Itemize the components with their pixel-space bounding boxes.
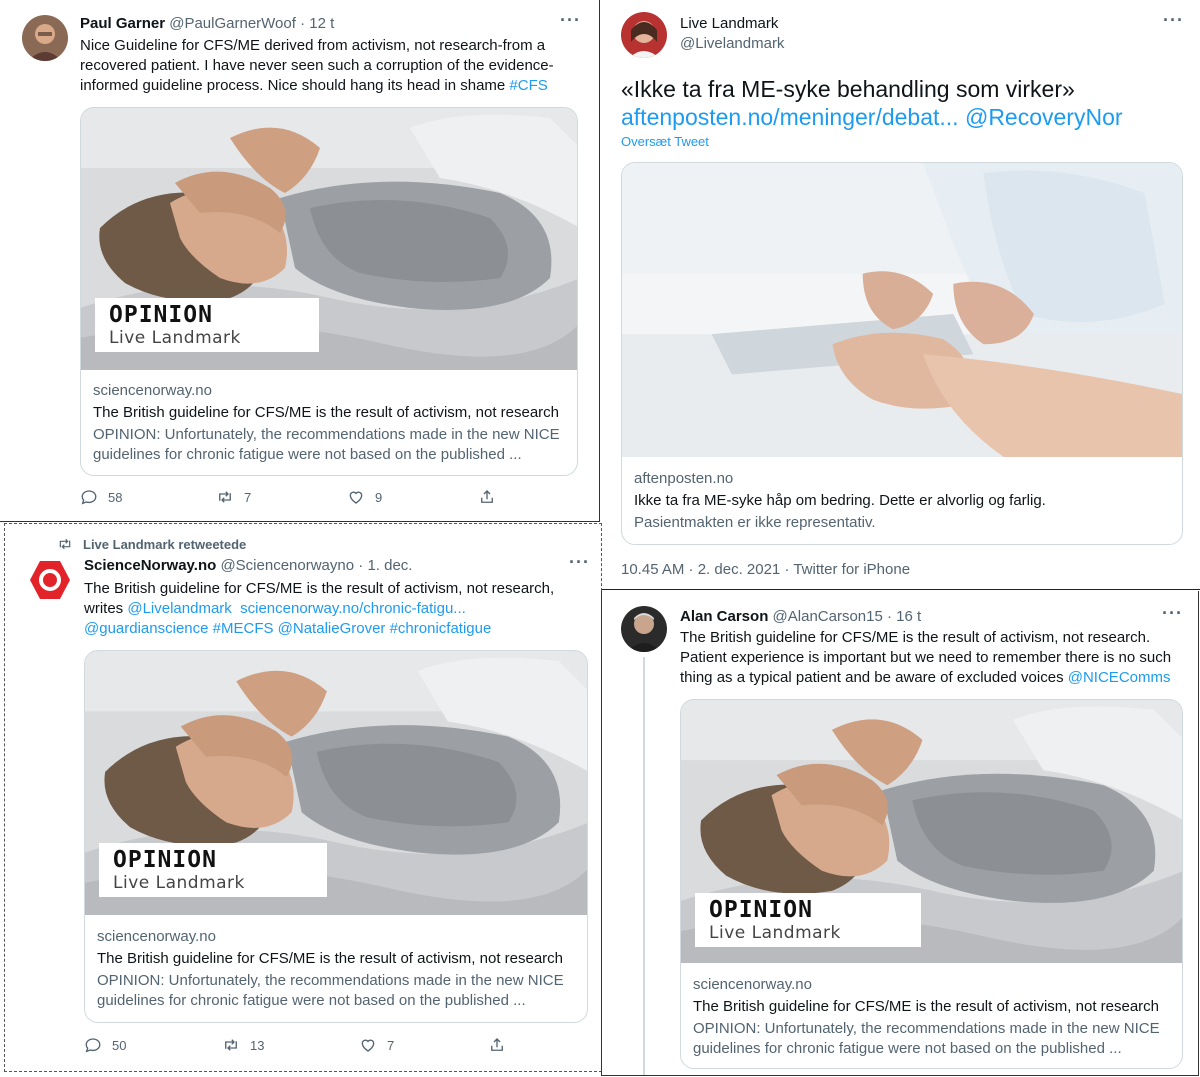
author-name[interactable]: ScienceNorway.no — [84, 557, 216, 574]
mention-guardianscience[interactable]: @guardianscience — [84, 620, 208, 637]
reply-button[interactable]: 58 — [80, 488, 216, 506]
card-title: The British guideline for CFS/ME is the … — [93, 404, 560, 421]
reply-icon — [80, 488, 98, 506]
avatar[interactable] — [621, 606, 667, 652]
tweet-text: The British guideline for CFS/ME is the … — [680, 629, 1172, 686]
opinion-label: OPINION Live Landmark — [695, 893, 921, 947]
author-handle[interactable]: @Sciencenorwayno — [220, 557, 354, 574]
card-domain: aftenposten.no — [634, 470, 734, 487]
card-title: Ikke ta fra ME-syke håp om bedring. Dett… — [634, 492, 1046, 509]
avatar[interactable] — [22, 15, 68, 61]
card-image: OPINION Live Landmark — [681, 700, 1182, 963]
avatar-image — [621, 12, 667, 58]
avatar[interactable] — [621, 12, 667, 58]
opinion-label: OPINION Live Landmark — [99, 843, 327, 897]
card-description: Pasientmakten er ikke representativ. — [634, 514, 876, 531]
mention-recoverynor[interactable]: @RecoveryNor — [965, 104, 1123, 130]
tweet-time[interactable]: 1. dec. — [367, 557, 412, 574]
card-description: OPINION: Unfortunately, the recommendati… — [97, 972, 564, 1009]
mention-natalie-grover[interactable]: @NatalieGrover — [278, 620, 386, 637]
like-button[interactable]: 9 — [347, 488, 478, 506]
retweet-context: Live Landmark retweetede — [57, 536, 246, 552]
action-bar: 50 13 7 — [84, 1036, 516, 1054]
tweet-quote: «Ikke ta fra ME-syke behandling som virk… — [621, 76, 1075, 102]
card-image — [622, 163, 1182, 457]
more-options-icon[interactable]: ··· — [560, 10, 581, 31]
hashtag-chronicfatigue[interactable]: #chronicfatigue — [390, 620, 492, 637]
more-options-icon[interactable]: ··· — [569, 552, 590, 573]
reply-button[interactable]: 50 — [84, 1036, 222, 1054]
author-name[interactable]: Alan Carson — [680, 608, 768, 625]
link-card[interactable]: OPINION Live Landmark sciencenorway.no T… — [680, 699, 1183, 1069]
share-icon — [478, 488, 496, 506]
avatar-image — [27, 557, 73, 603]
card-domain: sciencenorway.no — [93, 382, 212, 399]
share-button[interactable] — [488, 1036, 516, 1054]
thread-line — [643, 657, 645, 1075]
heart-icon — [359, 1036, 377, 1054]
tweet-timestamp[interactable]: 10.45 AM · 2. dec. 2021 · Twitter for iP… — [621, 561, 910, 578]
action-bar: 58 7 9 — [80, 488, 506, 506]
opinion-label: OPINION Live Landmark — [95, 298, 319, 352]
retweet-icon — [222, 1036, 240, 1054]
card-image: OPINION Live Landmark — [85, 651, 587, 915]
card-description: OPINION: Unfortunately, the recommendati… — [693, 1020, 1160, 1057]
link-card[interactable]: aftenposten.no Ikke ta fra ME-syke håp o… — [621, 162, 1183, 545]
hashtag-mecfs[interactable]: #MECFS — [213, 620, 274, 637]
retweet-button[interactable]: 7 — [216, 488, 347, 506]
author-handle[interactable]: @AlanCarson15 — [773, 608, 883, 625]
tweet-text: Nice Guideline for CFS/ME derived from a… — [80, 37, 554, 94]
share-button[interactable] — [478, 488, 506, 506]
card-description: OPINION: Unfortunately, the recommendati… — [93, 426, 560, 463]
more-options-icon[interactable]: ··· — [1162, 603, 1183, 624]
tweet-sciencenorway: Live Landmark retweetede ScienceNorway.n… — [4, 523, 602, 1072]
link-card[interactable]: OPINION Live Landmark sciencenorway.no T… — [84, 650, 588, 1023]
more-options-icon[interactable]: ··· — [1163, 10, 1184, 31]
author-handle[interactable]: @Livelandmark — [680, 35, 784, 52]
aftenposten-link[interactable]: aftenposten.no/meninger/debat... — [621, 104, 959, 130]
tweet-time[interactable]: 16 t — [896, 608, 921, 625]
card-domain: sciencenorway.no — [693, 976, 812, 993]
tweet-text: The British guideline for CFS/ME is the … — [84, 580, 555, 637]
translate-link[interactable]: Oversæt Tweet — [621, 134, 709, 149]
author-name[interactable]: Live Landmark — [680, 15, 778, 32]
link-card[interactable]: OPINION Live Landmark sciencenorway.no T… — [80, 107, 578, 476]
mention-nicecomms[interactable]: @NICEComms — [1068, 669, 1171, 686]
retweet-icon — [57, 536, 73, 552]
avatar[interactable] — [27, 557, 73, 603]
heart-icon — [347, 488, 365, 506]
like-button[interactable]: 7 — [359, 1036, 488, 1054]
card-title: The British guideline for CFS/ME is the … — [693, 998, 1160, 1015]
card-domain: sciencenorway.no — [97, 928, 216, 945]
card-photo — [622, 163, 1182, 457]
tweet-live-landmark: Live Landmark @Livelandmark ··· «Ikke ta… — [601, 0, 1200, 590]
retweet-icon — [216, 488, 234, 506]
avatar-image — [22, 15, 68, 61]
avatar-image — [621, 606, 667, 652]
tweet-time[interactable]: 12 t — [309, 15, 334, 32]
author-name[interactable]: Paul Garner — [80, 15, 165, 32]
mention-livelandmark[interactable]: @Livelandmark — [127, 600, 231, 617]
reply-icon — [84, 1036, 102, 1054]
hashtag-cfs[interactable]: #CFS — [509, 77, 547, 94]
retweet-button[interactable]: 13 — [222, 1036, 359, 1054]
share-icon — [488, 1036, 506, 1054]
tweet-paul-garner: Paul Garner @PaulGarnerWoof · 12 t ··· N… — [0, 0, 600, 522]
card-image: OPINION Live Landmark — [81, 108, 577, 370]
card-title: The British guideline for CFS/ME is the … — [97, 950, 564, 967]
tweet-alan-carson: Alan Carson @AlanCarson15 · 16 t ··· The… — [601, 591, 1199, 1076]
author-handle[interactable]: @PaulGarnerWoof — [169, 15, 296, 32]
article-link[interactable]: sciencenorway.no/chronic-fatigu... — [240, 600, 466, 617]
